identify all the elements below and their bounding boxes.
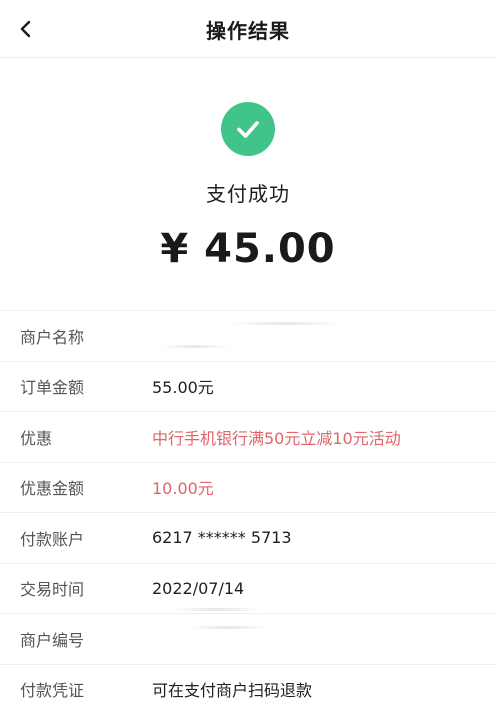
payment-amount: ¥ 45.00 xyxy=(160,226,336,272)
detail-label: 商户名称 xyxy=(20,327,85,347)
detail-value: 55.00元 xyxy=(152,378,214,398)
detail-label: 优惠 xyxy=(20,428,53,448)
detail-label: 付款账户 xyxy=(20,529,85,549)
detail-row-order-amount: 订单金额 55.00元 xyxy=(0,360,496,412)
detail-value: 2022/07/14 xyxy=(152,578,245,598)
detail-label: 交易时间 xyxy=(20,580,85,600)
payment-result-section: 支付成功 ¥ 45.00 xyxy=(0,58,496,310)
navigation-bar: 操作结果 xyxy=(0,0,496,58)
payment-status: 支付成功 xyxy=(206,182,290,206)
detail-label: 订单金额 xyxy=(20,378,85,398)
redacted-mark xyxy=(172,607,262,611)
detail-label: 商户编号 xyxy=(20,630,85,650)
detail-row-discount: 优惠 中行手机银行满50元立减10元活动 xyxy=(0,411,496,462)
redacted-mark xyxy=(160,345,230,348)
detail-label: 优惠金额 xyxy=(20,479,85,499)
detail-value: 可在支付商户扫码退款 xyxy=(152,681,313,701)
redacted-mark xyxy=(190,626,270,629)
detail-value: 6217 ****** 5713 xyxy=(152,528,292,548)
transaction-details: 商户名称 订单金额 55.00元 优惠 中行手机银行满50元立减10元活动 优惠… xyxy=(0,310,496,714)
detail-value: 10.00元 xyxy=(152,479,214,499)
detail-label: 付款凭证 xyxy=(20,681,85,701)
detail-row-payment-account: 付款账户 6217 ****** 5713 xyxy=(0,512,496,563)
detail-row-discount-amount: 优惠金额 10.00元 xyxy=(0,461,496,513)
detail-row-transaction-time: 交易时间 2022/07/14 xyxy=(0,562,496,614)
redacted-mark xyxy=(230,322,340,325)
detail-row-merchant-id: 商户编号 xyxy=(0,613,496,664)
detail-value: 中行手机银行满50元立减10元活动 xyxy=(152,428,401,448)
page-title: 操作结果 xyxy=(206,19,290,43)
detail-row-payment-voucher: 付款凭证 可在支付商户扫码退款 xyxy=(0,663,496,715)
detail-row-merchant-name: 商户名称 xyxy=(0,310,496,361)
check-circle-icon xyxy=(221,102,275,156)
